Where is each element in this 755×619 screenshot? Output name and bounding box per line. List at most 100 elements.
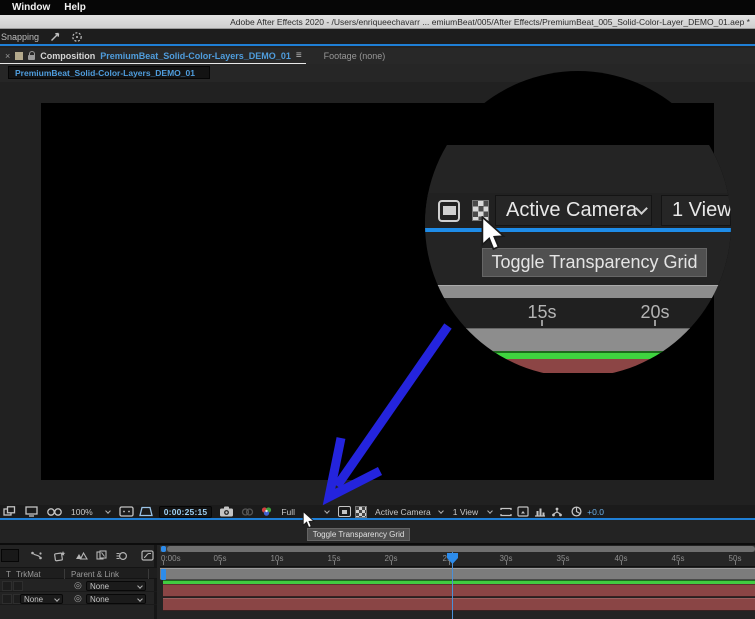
tools-row: Snapping bbox=[0, 29, 755, 46]
comp-item-name: PremiumBeat_Solid-Color-Layers_DEMO_01 bbox=[15, 67, 195, 78]
trkmat-value: None bbox=[24, 594, 44, 604]
layer-row[interactable]: None ◎ None bbox=[0, 593, 157, 605]
frame-blending-icon[interactable] bbox=[96, 550, 108, 561]
trkmat-dropdown[interactable]: None bbox=[20, 594, 63, 604]
column-trkmat[interactable]: TrkMat bbox=[16, 570, 41, 579]
viewer-toolbar: 100% 0:00:25:15 Full Active Camera 1 Vie… bbox=[0, 505, 755, 520]
toolbar-tooltip: Toggle Transparency Grid bbox=[307, 528, 410, 541]
chevron-down-icon[interactable] bbox=[437, 507, 444, 514]
comp-mini-view[interactable] bbox=[1, 549, 19, 562]
mouse-cursor-icon bbox=[481, 216, 506, 251]
tab-composition[interactable]: × Composition PremiumBeat_Solid-Color-La… bbox=[0, 48, 306, 64]
timecode-value: 0:00:25:15 bbox=[163, 506, 208, 517]
graph-editor-icon[interactable] bbox=[141, 550, 154, 561]
resolution-value[interactable]: Full bbox=[281, 507, 295, 517]
view-layout-value[interactable]: 1 View bbox=[453, 507, 478, 517]
region-of-interest-icon[interactable] bbox=[338, 506, 352, 517]
camera-view-value[interactable]: Active Camera bbox=[375, 507, 431, 517]
parent-dropdown[interactable]: None bbox=[86, 581, 146, 591]
magnification-value[interactable]: 100% bbox=[71, 507, 93, 517]
chevron-down-icon[interactable] bbox=[104, 507, 111, 514]
exposure-value[interactable]: +0.0 bbox=[587, 507, 604, 517]
motion-blur-icon[interactable] bbox=[116, 551, 128, 561]
pickwhip-icon[interactable]: ◎ bbox=[74, 580, 82, 591]
snap-target-icon[interactable] bbox=[71, 31, 83, 43]
chevron-down-icon[interactable] bbox=[324, 507, 330, 514]
composition-tab-label: Composition bbox=[40, 50, 96, 61]
comp-item-tab[interactable]: PremiumBeat_Solid-Color-Layers_DEMO_01 bbox=[8, 66, 210, 79]
timeline-column-header: T TrkMat Parent & Link bbox=[0, 567, 157, 579]
callout-view-dropdown[interactable]: 1 View bbox=[661, 195, 731, 226]
pixel-aspect-correction-icon[interactable] bbox=[517, 506, 529, 517]
menu-bar: Window Help bbox=[0, 0, 755, 15]
region-of-interest-icon[interactable] bbox=[438, 199, 461, 222]
layer-row[interactable]: ◎ None bbox=[0, 580, 157, 592]
column-t[interactable]: T bbox=[6, 570, 11, 579]
callout-accent-line bbox=[425, 228, 731, 232]
ruler-tick bbox=[541, 320, 543, 326]
parent-value: None bbox=[90, 581, 110, 591]
ruler-tick bbox=[654, 320, 656, 326]
callout-tooltip-text: Toggle Transparency Grid bbox=[491, 252, 698, 272]
lock-icon[interactable] bbox=[28, 51, 36, 60]
callout-toolbar: Active Camera 1 View bbox=[425, 193, 731, 228]
exposure-icon[interactable] bbox=[571, 506, 582, 517]
timeline-toggles-row bbox=[0, 547, 157, 564]
parent-dropdown[interactable]: None bbox=[86, 594, 146, 604]
shy-layers-icon[interactable] bbox=[75, 551, 88, 561]
channel-rgb-icon[interactable] bbox=[260, 506, 273, 517]
panel-tab-row: × Composition PremiumBeat_Solid-Color-La… bbox=[0, 48, 755, 64]
always-preview-icon[interactable] bbox=[3, 506, 16, 517]
callout-camera-dropdown[interactable]: Active Camera bbox=[495, 195, 652, 226]
primary-viewer-icon[interactable] bbox=[25, 506, 38, 517]
callout-scrollbar bbox=[425, 285, 731, 298]
magnifier-callout: Active Camera 1 View Toggle Transparency… bbox=[425, 71, 731, 377]
callout-tooltip: Toggle Transparency Grid bbox=[482, 248, 707, 277]
timecode-field[interactable]: 0:00:25:15 bbox=[158, 505, 213, 518]
column-parent-link[interactable]: Parent & Link bbox=[71, 570, 119, 579]
rulers-grid-icon[interactable] bbox=[119, 506, 134, 517]
share-view-icon[interactable] bbox=[500, 507, 512, 517]
callout-workarea-bar bbox=[425, 328, 731, 351]
close-icon[interactable]: × bbox=[5, 51, 10, 61]
mask-visibility-icon[interactable] bbox=[138, 506, 153, 517]
callout-time-ruler: 15s 20s bbox=[425, 298, 731, 328]
window-title: Adobe After Effects 2020 - /Users/enriqu… bbox=[230, 16, 750, 27]
toolbar-tooltip-text: Toggle Transparency Grid bbox=[312, 530, 405, 539]
transparency-grid-icon[interactable] bbox=[355, 505, 368, 518]
comp-color-swatch bbox=[15, 51, 24, 60]
chevron-down-icon bbox=[635, 201, 649, 215]
snapping-label[interactable]: Snapping bbox=[1, 32, 39, 42]
comp-tab-strip: PremiumBeat_Solid-Color-Layers_DEMO_01 bbox=[0, 64, 755, 82]
callout-green-layer bbox=[425, 351, 731, 359]
callout-red-layer bbox=[425, 359, 731, 373]
chevron-down-icon[interactable] bbox=[487, 507, 493, 514]
timeline-panel: T TrkMat Parent & Link ◎ None None ◎ Non… bbox=[0, 543, 755, 619]
menu-help[interactable]: Help bbox=[64, 2, 86, 13]
histogram-icon[interactable] bbox=[534, 507, 546, 517]
layer-toggle[interactable] bbox=[2, 581, 12, 591]
snapshot-camera-icon[interactable] bbox=[219, 506, 234, 517]
red-layer-bar[interactable] bbox=[163, 598, 755, 611]
flowchart-icon[interactable] bbox=[551, 507, 563, 517]
tab-footage[interactable]: Footage (none) bbox=[324, 51, 386, 61]
composition-tab-name: PremiumBeat_Solid-Color-Layers_DEMO_01 bbox=[100, 50, 291, 61]
layer-toggle[interactable] bbox=[2, 594, 12, 604]
mouse-cursor-icon bbox=[302, 511, 315, 529]
title-bar: Adobe After Effects 2020 - /Users/enriqu… bbox=[0, 15, 755, 29]
stereo-3d-glasses-icon[interactable] bbox=[47, 507, 63, 517]
show-snapshot-icon[interactable] bbox=[241, 507, 254, 517]
work-area-bar[interactable] bbox=[160, 568, 755, 580]
red-layer-bar[interactable] bbox=[163, 584, 755, 597]
comp-mini-flowchart-icon[interactable] bbox=[30, 550, 43, 561]
callout-view-value: 1 View bbox=[672, 199, 731, 221]
callout-camera-value: Active Camera bbox=[506, 199, 638, 221]
panel-menu-icon[interactable]: ≡ bbox=[296, 50, 302, 61]
pickwhip-icon[interactable]: ◎ bbox=[74, 593, 82, 604]
work-area-start-handle[interactable] bbox=[161, 569, 166, 580]
menu-window[interactable]: Window bbox=[12, 2, 50, 13]
timeline-track-area: 0:00s 05s 10s 15s 20s 25s 30s 35s 40s 45… bbox=[160, 545, 755, 619]
layer-toggle[interactable] bbox=[13, 581, 23, 591]
timeline-left-panel: T TrkMat Parent & Link ◎ None None ◎ Non… bbox=[0, 545, 157, 619]
draft-3d-icon[interactable] bbox=[53, 550, 66, 562]
